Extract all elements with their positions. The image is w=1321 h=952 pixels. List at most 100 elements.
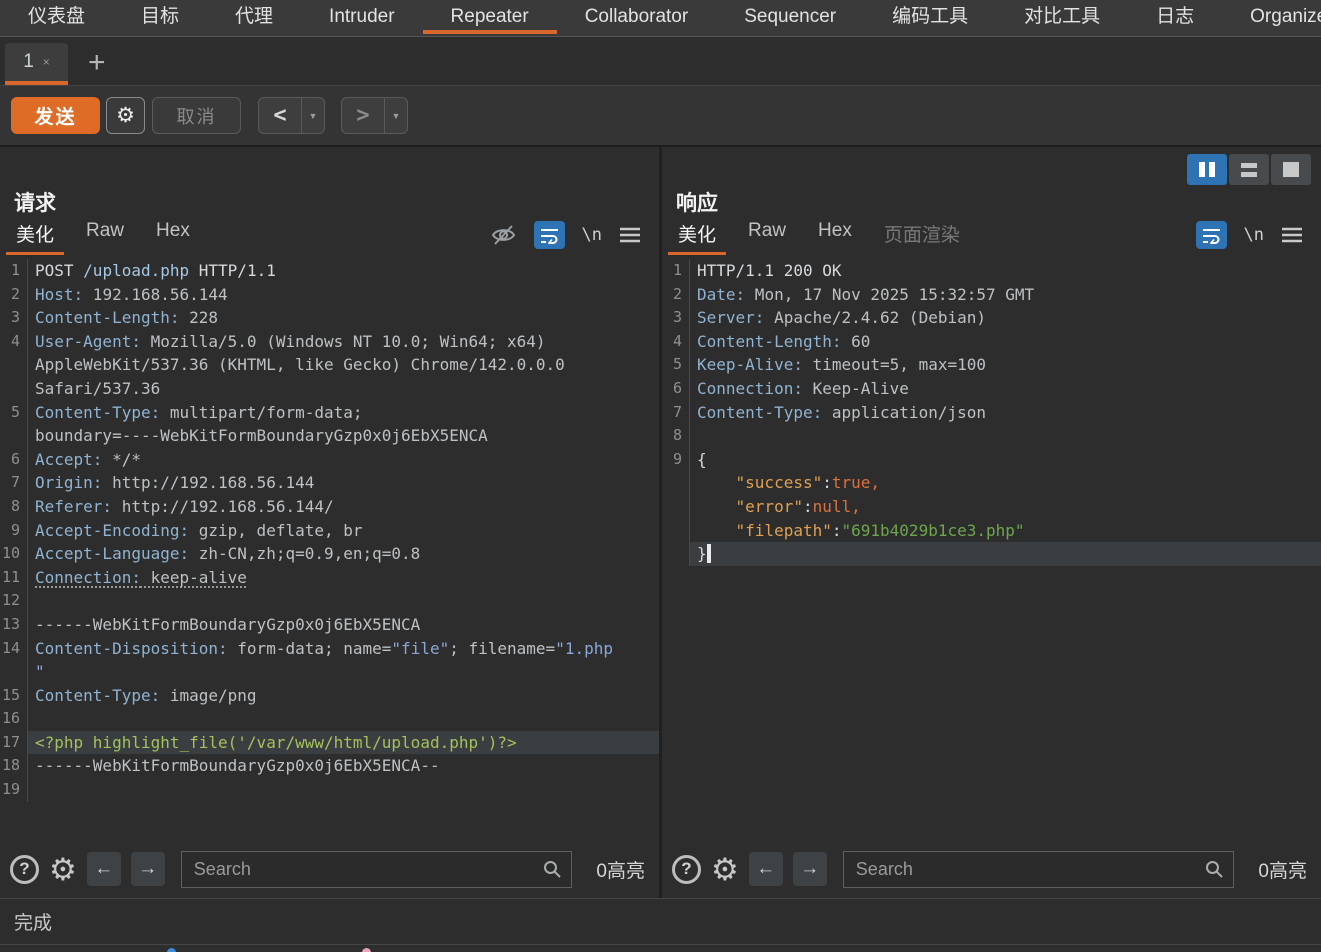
back-history-dropdown[interactable]: ▼ (301, 98, 324, 133)
request-line-14[interactable]: 14Content-Disposition: form-data; name="… (0, 637, 659, 661)
word-wrap-toggle[interactable] (1196, 221, 1227, 249)
request-line-wrap-17[interactable]: " (0, 660, 659, 684)
nav-tab-Collaborator[interactable]: Collaborator (557, 0, 717, 34)
response-line-9[interactable]: 9{ (662, 448, 1321, 472)
cancel-button[interactable]: 取消 (152, 97, 241, 134)
help-icon[interactable]: ? (10, 855, 39, 884)
request-line-6[interactable]: 6Accept: */* (0, 448, 659, 472)
columns-layout-button[interactable] (1187, 154, 1227, 185)
response-tab-Hex[interactable]: Hex (808, 220, 862, 255)
response-line-6[interactable]: 6Connection: Keep-Alive (662, 377, 1321, 401)
request-tab-Raw[interactable]: Raw (76, 220, 134, 255)
response-line-4[interactable]: 4Content-Length: 60 (662, 330, 1321, 354)
response-line-3[interactable]: 3Server: Apache/2.4.62 (Debian) (662, 306, 1321, 330)
response-line-8[interactable]: 8 (662, 424, 1321, 448)
next-match-button[interactable]: → (131, 852, 165, 886)
request-panel: 请求 美化RawHex (0, 147, 659, 898)
request-line-7[interactable]: 7Origin: http://192.168.56.144 (0, 471, 659, 495)
line-number: 12 (0, 589, 28, 613)
search-settings-gear-icon[interactable]: ⚙ (711, 854, 739, 885)
nav-tab-仪表盘[interactable]: 仪表盘 (0, 0, 113, 34)
nav-tab-目标[interactable]: 目标 (113, 0, 207, 34)
request-line-wrap-4[interactable]: AppleWebKit/537.36 (KHTML, like Gecko) C… (0, 353, 659, 377)
request-line-19[interactable]: 19 (0, 778, 659, 802)
word-wrap-toggle[interactable] (534, 221, 565, 249)
response-panel-title: 响应 (676, 187, 1321, 213)
previous-match-button[interactable]: ← (749, 852, 783, 886)
response-line-wrap-11[interactable]: "filepath":"691b4029b1ce3.php" (662, 519, 1321, 543)
line-number: 7 (662, 401, 690, 425)
nav-tab-Intruder[interactable]: Intruder (301, 0, 422, 34)
nav-tab-Sequencer[interactable]: Sequencer (716, 0, 864, 34)
search-icon (1204, 859, 1224, 879)
request-tab-美化[interactable]: 美化 (6, 220, 64, 255)
forward-button[interactable]: > (342, 98, 384, 133)
close-tab-icon[interactable]: × (43, 55, 50, 69)
response-line-5[interactable]: 5Keep-Alive: timeout=5, max=100 (662, 353, 1321, 377)
response-tab-Raw[interactable]: Raw (738, 220, 796, 255)
editor-menu-icon[interactable] (619, 227, 641, 243)
left-arrow-icon: ← (756, 858, 775, 879)
show-newlines-toggle[interactable]: \n (582, 225, 602, 245)
response-line-1[interactable]: 1HTTP/1.1 200 OK (662, 259, 1321, 283)
request-line-2[interactable]: 2Host: 192.168.56.144 (0, 283, 659, 307)
back-button-group: < ▼ (258, 97, 325, 134)
request-line-3[interactable]: 3Content-Length: 228 (0, 306, 659, 330)
request-line-15[interactable]: 15Content-Type: image/png (0, 684, 659, 708)
forward-history-dropdown[interactable]: ▼ (384, 98, 407, 133)
request-line-18[interactable]: 18------WebKitFormBoundaryGzp0x0j6EbX5EN… (0, 754, 659, 778)
request-line-11[interactable]: 11Connection: keep-alive (0, 566, 659, 590)
response-line-wrap-10[interactable]: "error":null, (662, 495, 1321, 519)
request-line-17[interactable]: 17<?php highlight_file('/var/www/html/up… (0, 731, 659, 755)
editor-menu-icon[interactable] (1281, 227, 1303, 243)
nav-tab-日志[interactable]: 日志 (1128, 0, 1222, 34)
request-line-9[interactable]: 9Accept-Encoding: gzip, deflate, br (0, 519, 659, 543)
request-line-5[interactable]: 5Content-Type: multipart/form-data; (0, 401, 659, 425)
nav-tab-Repeater[interactable]: Repeater (423, 0, 557, 34)
request-line-8[interactable]: 8Referer: http://192.168.56.144/ (0, 495, 659, 519)
previous-match-button[interactable]: ← (87, 852, 121, 886)
response-line-wrap-12[interactable]: } (662, 542, 1321, 566)
nav-tab-Organizer[interactable]: Organizer (1222, 0, 1321, 34)
send-button[interactable]: 发送 (11, 97, 100, 134)
request-search-input[interactable] (181, 851, 573, 888)
single-layout-button[interactable] (1271, 154, 1311, 185)
nav-tab-对比工具[interactable]: 对比工具 (996, 0, 1128, 34)
nav-tab-编码工具[interactable]: 编码工具 (864, 0, 996, 34)
response-line-wrap-9[interactable]: "success":true, (662, 471, 1321, 495)
response-tab-美化[interactable]: 美化 (668, 220, 726, 255)
show-newlines-toggle[interactable]: \n (1244, 225, 1264, 245)
request-line-wrap-5[interactable]: Safari/537.36 (0, 377, 659, 401)
nav-tab-代理[interactable]: 代理 (207, 0, 301, 34)
request-line-wrap-7[interactable]: boundary=----WebKitFormBoundaryGzp0x0j6E… (0, 424, 659, 448)
back-button[interactable]: < (259, 98, 301, 133)
request-line-16[interactable]: 16 (0, 707, 659, 731)
session-tab-1[interactable]: 1 × (5, 43, 68, 85)
request-editor[interactable]: 1POST /upload.php HTTP/1.12Host: 192.168… (0, 259, 659, 848)
help-icon[interactable]: ? (672, 855, 701, 884)
response-line-7[interactable]: 7Content-Type: application/json (662, 401, 1321, 425)
request-response-split: 请求 美化RawHex (0, 147, 1321, 898)
line-number: 5 (0, 401, 28, 425)
next-match-button[interactable]: → (793, 852, 827, 886)
request-line-4[interactable]: 4User-Agent: Mozilla/5.0 (Windows NT 10.… (0, 330, 659, 354)
request-line-1[interactable]: 1POST /upload.php HTTP/1.1 (0, 259, 659, 283)
request-line-13[interactable]: 13------WebKitFormBoundaryGzp0x0j6EbX5EN… (0, 613, 659, 637)
request-line-12[interactable]: 12 (0, 589, 659, 613)
response-search-input[interactable] (843, 851, 1235, 888)
search-settings-gear-icon[interactable]: ⚙ (49, 854, 77, 885)
line-number: 10 (0, 542, 28, 566)
response-line-2[interactable]: 2Date: Mon, 17 Nov 2025 15:32:57 GMT (662, 283, 1321, 307)
eye-off-icon[interactable] (490, 223, 517, 247)
left-arrow-icon: ← (94, 858, 113, 879)
line-number: 7 (0, 471, 28, 495)
rows-layout-button[interactable] (1229, 154, 1269, 185)
response-editor[interactable]: 1HTTP/1.1 200 OK2Date: Mon, 17 Nov 2025 … (662, 259, 1321, 848)
request-line-10[interactable]: 10Accept-Language: zh-CN,zh;q=0.9,en;q=0… (0, 542, 659, 566)
request-settings-button[interactable]: ⚙ (106, 97, 145, 134)
gear-icon: ⚙ (116, 104, 135, 127)
request-tab-Hex[interactable]: Hex (146, 220, 200, 255)
add-tab-button[interactable]: + (88, 45, 106, 81)
response-tab-页面渲染[interactable]: 页面渲染 (874, 220, 970, 255)
line-number: 17 (0, 731, 28, 755)
